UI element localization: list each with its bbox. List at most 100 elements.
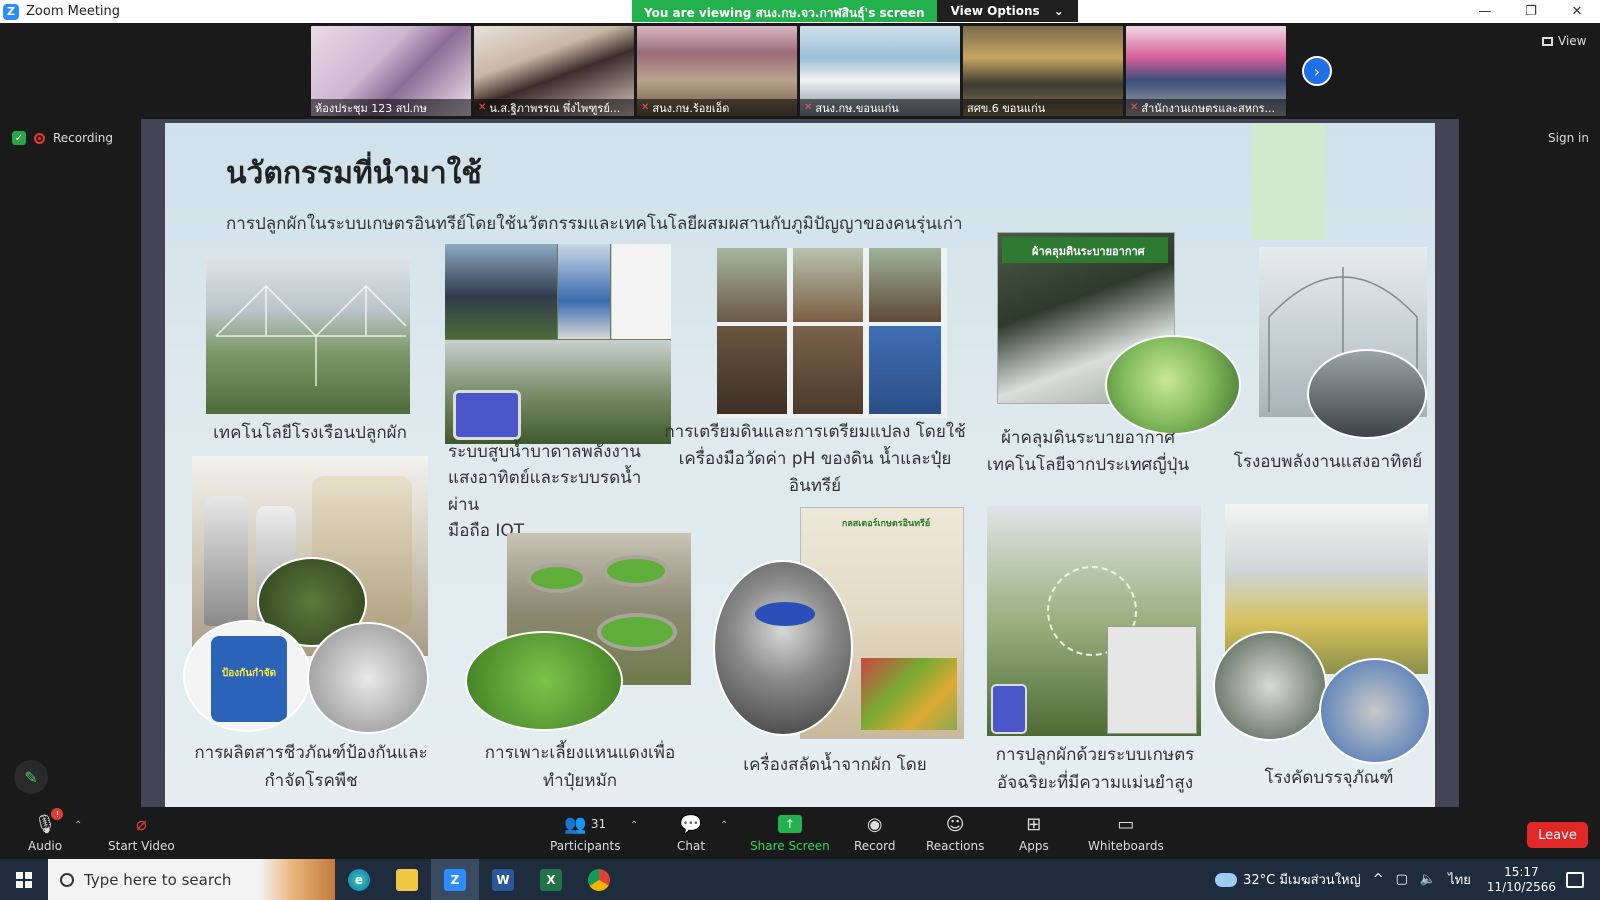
weather-cloud-icon[interactable] — [1215, 872, 1238, 887]
reactions-button[interactable]: ☺ Reactions — [926, 812, 984, 854]
window-title: Zoom Meeting — [26, 4, 121, 19]
title-bar: Z Zoom Meeting You are viewing สนง.กษ.จว… — [0, 0, 1600, 23]
close-button[interactable]: ✕ — [1554, 0, 1600, 23]
chat-button[interactable]: 💬 Chat — [677, 812, 706, 854]
solar-pump-photo — [445, 244, 671, 444]
participants-button[interactable]: 👥 31 Participants — [550, 812, 621, 854]
record-button[interactable]: ◉ Record — [854, 812, 895, 854]
leave-button[interactable]: Leave — [1527, 822, 1588, 848]
participant-name: สนง.กษ.ขอนแก่น — [815, 101, 899, 115]
volume-icon[interactable]: 🔈 — [1420, 872, 1436, 887]
security-shield-icon[interactable]: ✓ — [12, 131, 26, 145]
mic-muted-icon: ✕ — [1130, 102, 1139, 113]
participant-thumbnail[interactable]: สศข.6 ขอนแก่น — [963, 26, 1123, 116]
smart-farm-photo — [987, 506, 1201, 736]
whiteboards-label: Whiteboards — [1088, 839, 1164, 853]
biocontrol-jar-circle: ป้องกันกำจัด — [183, 620, 311, 732]
viewing-banner: You are viewing สนง.กษ.จว.กาฬสินธุ์'s sc… — [632, 0, 1078, 22]
greenhouse-frame-icon — [215, 284, 407, 386]
caption-packing: โรงคัดบรรจุภัณฑ์ — [1264, 768, 1394, 788]
windows-start-icon[interactable] — [0, 859, 48, 900]
caption-biocontrol: การผลิตสารชีวภัณฑ์ป้องกันและ กำจัดโรคพืช — [194, 743, 428, 792]
caption-solar-pump: ระบบสูบน้ำบาดาลพลังงาน แสงอาทิตย์และระบบ… — [448, 442, 642, 542]
view-layout-button[interactable]: View — [1542, 34, 1586, 48]
packing-baskets-circle — [1319, 658, 1431, 764]
taskbar-excel[interactable]: X — [527, 859, 575, 900]
taskbar-edge[interactable]: e — [335, 859, 383, 900]
taskbar-zoom[interactable]: Z — [431, 859, 479, 900]
caption-solar-dryer: โรงอบพลังงานแสงอาทิตย์ — [1233, 452, 1423, 472]
caption-juicer: เครื่องสลัดน้ำจากผัก โดย — [743, 755, 927, 775]
participant-thumbnail[interactable]: ✕ น.ส.ฐิภาพรรณ พึ่งไพฑูรย์... — [474, 26, 634, 116]
folder-icon — [396, 868, 418, 891]
participant-thumbnail[interactable]: ✕ สนง.กษ.ร้อยเอ็ด — [637, 26, 797, 116]
network-icon[interactable]: ▢ — [1396, 872, 1408, 887]
whiteboard-icon: ▭ — [1117, 813, 1135, 835]
biocontrol-spores-circle — [307, 622, 429, 734]
search-icon — [60, 872, 74, 887]
chat-bubble-icon: 💬 — [679, 813, 703, 835]
taskbar-file-explorer[interactable] — [383, 859, 431, 900]
restore-button[interactable]: ❐ — [1508, 0, 1554, 23]
annotate-pen-icon[interactable]: ✎ — [14, 760, 48, 794]
next-participants-arrow-icon[interactable]: › — [1302, 56, 1332, 86]
audio-label: Audio — [28, 839, 63, 853]
sign-in-link[interactable]: Sign in — [1548, 131, 1589, 145]
recording-indicator[interactable]: ✓ Recording — [12, 131, 113, 145]
participants-icon: 👥 31 — [564, 813, 607, 835]
participant-thumbnail[interactable]: ห้องประชุม 123 สป.กษ — [311, 26, 471, 116]
lettuce-circle-photo — [1105, 335, 1241, 435]
view-options-button[interactable]: View Options ⌄ — [936, 0, 1078, 22]
poster-title: กลสเตอร์เกษตรอินทรีย์ — [841, 519, 931, 529]
participant-name: น.ส.ฐิภาพรรณ พึ่งไพฑูรย์... — [489, 101, 621, 115]
caption-greenhouse: เทคโนโลยีโรงเรือนปลูกผัก — [213, 423, 407, 443]
clock-time: 15:17 — [1504, 864, 1539, 879]
apps-label: Apps — [1019, 839, 1049, 853]
record-icon: ◉ — [866, 813, 883, 835]
share-screen-button[interactable]: ↑ Share Screen — [750, 812, 830, 853]
share-screen-label: Share Screen — [750, 839, 830, 853]
chat-options-caret-icon[interactable]: ⌃ — [720, 820, 728, 831]
participant-name: สนง.กษ.ร้อยเอ็ด — [652, 101, 730, 115]
taskbar-word[interactable]: W — [479, 859, 527, 900]
taskbar-chrome[interactable] — [575, 859, 623, 900]
search-highlight-image — [259, 859, 335, 900]
chrome-icon — [588, 868, 610, 891]
windows-taskbar: Type here to search e Z W X 32°C มีเมฆส่… — [0, 859, 1600, 900]
taskbar-search-box[interactable]: Type here to search — [48, 859, 335, 900]
audio-button[interactable]: 🎙! Audio — [28, 808, 64, 853]
excel-icon: X — [540, 868, 562, 891]
notification-icon[interactable] — [1566, 871, 1584, 888]
chat-label: Chat — [677, 839, 706, 853]
participant-thumbnail[interactable]: ✕ สำนักงานเกษตรและสหกร... — [1126, 26, 1286, 116]
tray-overflow-caret-icon[interactable]: ^ — [1373, 872, 1384, 887]
apps-button[interactable]: ⊞ Apps — [1019, 812, 1049, 854]
soil-prep-photo — [717, 248, 947, 418]
participant-name-bar: สศข.6 ขอนแก่น — [963, 99, 1123, 116]
weather-text[interactable]: 32°C มีเมฆส่วนใหญ่ — [1243, 869, 1361, 890]
taskbar-clock[interactable]: 15:17 11/10/2566 — [1487, 865, 1556, 895]
jar-label: ป้องกันกำจัด — [211, 636, 287, 722]
participant-name: สำนักงานเกษตรและสหกร... — [1141, 101, 1276, 115]
input-language[interactable]: ไทย — [1448, 869, 1471, 890]
participants-options-caret-icon[interactable]: ⌃ — [630, 820, 638, 831]
search-placeholder: Type here to search — [84, 870, 232, 889]
slide-decoration — [1252, 123, 1325, 240]
whiteboards-button[interactable]: ▭ Whiteboards — [1088, 812, 1164, 854]
clock-date: 11/10/2566 — [1486, 879, 1556, 894]
participant-name-bar: ✕ น.ส.ฐิภาพรรณ พึ่งไพฑูรย์... — [474, 99, 634, 116]
participants-label: Participants — [550, 839, 621, 853]
participant-thumbnail[interactable]: ✕ สนง.กษ.ขอนแก่น — [800, 26, 960, 116]
audio-options-caret-icon[interactable]: ⌃ — [74, 820, 82, 831]
mic-muted-icon: ✕ — [478, 102, 487, 113]
word-icon: W — [492, 868, 514, 891]
participant-name-bar: ห้องประชุม 123 สป.กษ — [311, 99, 471, 116]
solar-dryer-interior-circle — [1307, 349, 1427, 439]
microphone-icon: 🎙! — [34, 808, 64, 836]
minimize-button[interactable]: — — [1462, 0, 1508, 23]
start-video-button[interactable]: ⌀ Start Video — [108, 812, 175, 854]
meeting-toolbar: 🎙! Audio ⌃ ⌀ Start Video 👥 31 Participan… — [0, 808, 1600, 859]
caption-azolla: การเพาะเลี้ยงแหนแดงเพื่อ ทำปุ๋ยหมัก — [484, 743, 676, 792]
audio-warning-badge: ! — [51, 808, 64, 820]
caption-soil-prep: การเตรียมดินและการเตรียมแปลง โดยใช้ เครื… — [664, 422, 966, 497]
